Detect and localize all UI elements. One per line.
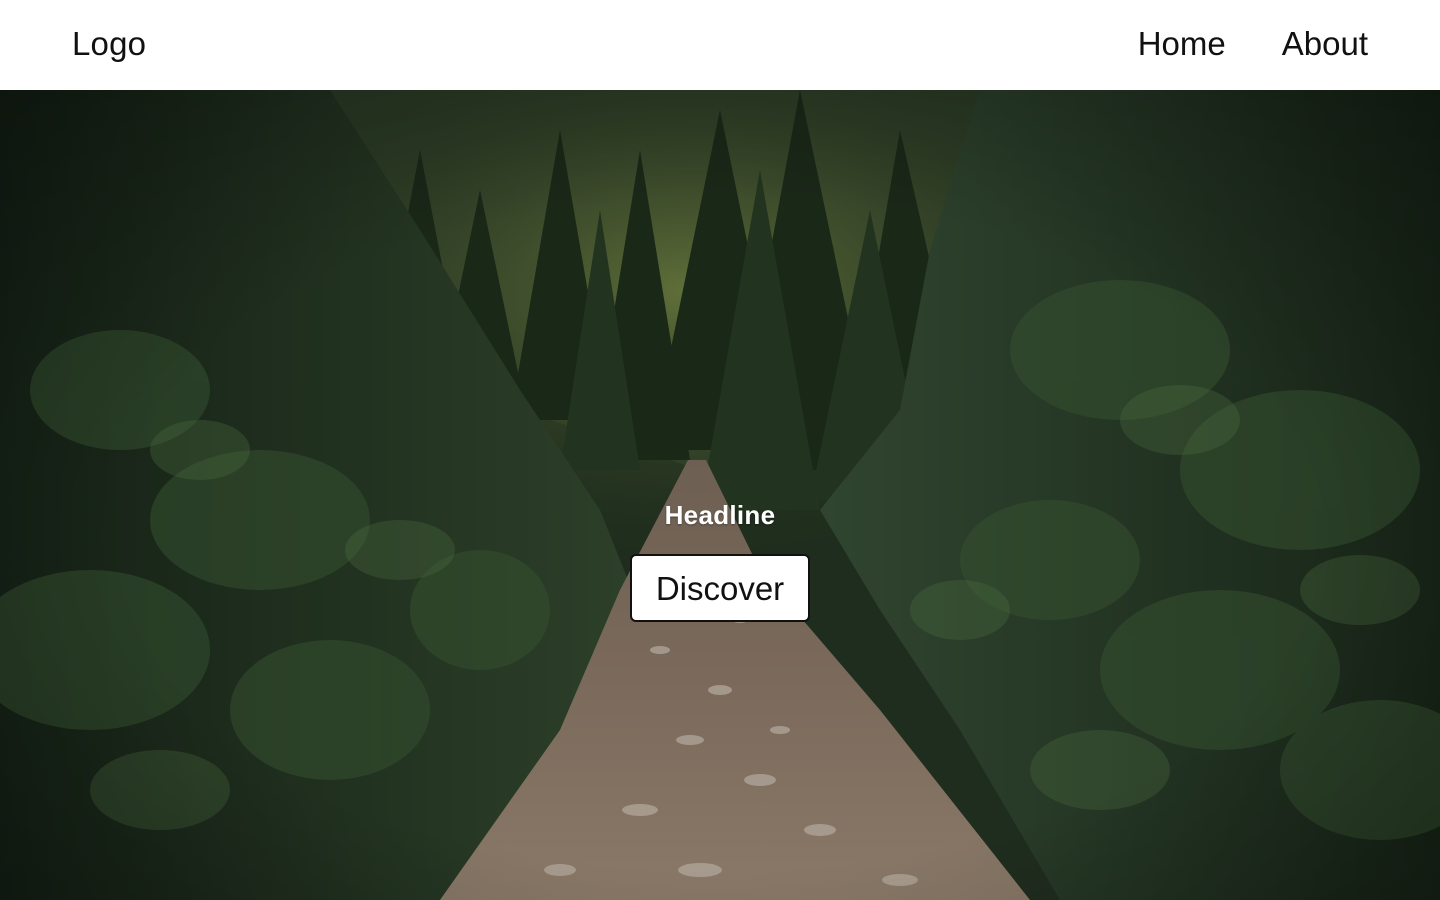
main-nav: Home About [1138,27,1368,60]
page: Logo Home About Headline Discover [0,0,1440,900]
hero-headline: Headline [664,500,776,530]
nav-link-about[interactable]: About [1282,27,1368,60]
hero-section: Headline Discover [0,90,1440,900]
discover-button[interactable]: Discover [630,554,810,622]
site-header: Logo Home About [0,0,1440,90]
nav-link-home[interactable]: Home [1138,27,1226,60]
hero-content: Headline Discover [0,90,1440,900]
logo-link[interactable]: Logo [72,27,146,60]
